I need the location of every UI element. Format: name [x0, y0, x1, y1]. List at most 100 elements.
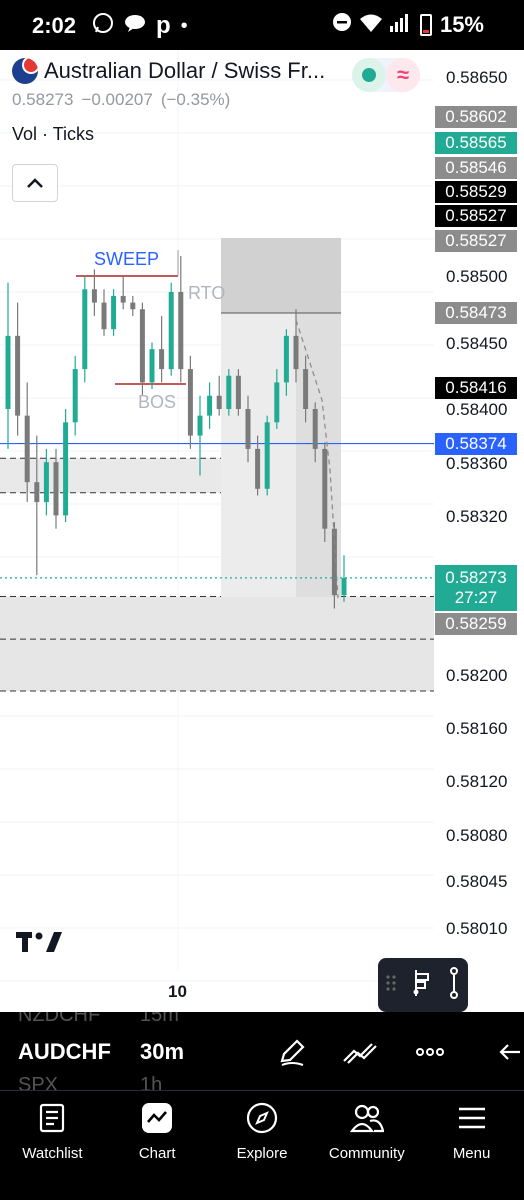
price-tag: 0.58529 [435, 181, 517, 203]
p-icon: p [156, 12, 171, 39]
price-tag: 0.58602 [435, 106, 517, 128]
nav-watchlist[interactable]: Watchlist [0, 1091, 105, 1200]
current-timeframe[interactable]: 30m [140, 1039, 184, 1065]
price-tag: 0.58259 [435, 613, 517, 635]
price-tag: 0.58473 [435, 302, 517, 324]
candle-body [178, 291, 184, 370]
price-tag: 0.58527 [435, 230, 517, 252]
pencil-icon[interactable] [272, 1034, 312, 1070]
rto-label: RTO [188, 283, 226, 303]
chart-icon [140, 1101, 174, 1135]
quote-line: 0.58273 −0.00207 (−0.35%) [12, 90, 325, 110]
current-symbol[interactable]: AUDCHF [18, 1039, 111, 1065]
symbol-title[interactable]: Australian Dollar / Swiss Fr... [44, 58, 325, 84]
candle-body [216, 395, 222, 409]
nav-chart[interactable]: Chart [105, 1091, 210, 1200]
last-price: 0.58273 [12, 90, 74, 109]
y-tick-label: 0.58320 [446, 507, 508, 526]
nav-menu[interactable]: Menu [419, 1091, 524, 1200]
bottom-panel: NZDCHF 15m AUDCHF 30m SPX 1h Watchlist C… [0, 1012, 524, 1200]
chart-header: Australian Dollar / Swiss Fr... 0.58273 … [12, 58, 325, 145]
candle-body [72, 369, 78, 423]
compass-icon [245, 1101, 279, 1135]
candle-body [53, 462, 59, 516]
nav-explore[interactable]: Explore [210, 1091, 315, 1200]
wifi-icon [359, 12, 382, 38]
next-symbol-row[interactable]: SPX 1h [18, 1074, 162, 1090]
battery-icon [419, 14, 432, 36]
candle-body [43, 462, 49, 503]
candle-body [63, 422, 69, 516]
market-open-icon [352, 58, 386, 92]
price-tag: 0.58546 [435, 157, 517, 179]
price-tag: 0.58565 [435, 132, 517, 154]
candle-body [187, 369, 193, 436]
horizontal-line-price-tag: 0.58374 [435, 433, 517, 455]
y-tick-label: 0.58160 [446, 719, 508, 738]
volume-indicator-label[interactable]: Vol · Ticks [12, 124, 325, 145]
nav-label: Explore [236, 1145, 288, 1162]
collapse-button[interactable] [12, 164, 58, 202]
market-status-pill[interactable]: ≈ [352, 58, 420, 92]
system-icons: 15% [332, 12, 484, 38]
candle-body [207, 395, 213, 416]
candle-body [159, 349, 165, 370]
price-tag: 0.58527 [435, 205, 517, 227]
price-change: −0.00207 [81, 90, 153, 109]
candle-body [168, 291, 174, 370]
next-symbol: SPX [18, 1074, 59, 1090]
candle-body [303, 369, 309, 409]
y-tick-label: 0.58400 [446, 400, 508, 419]
notification-icons: p • [92, 12, 188, 40]
candle-body [5, 335, 11, 409]
current-price: 0.58273 [445, 568, 507, 587]
y-tick-label: 0.58450 [446, 334, 508, 353]
y-tick-label: 0.58200 [446, 666, 508, 685]
y-tick-label: 0.58500 [446, 267, 508, 286]
candle-body [111, 295, 117, 330]
chevron-up-icon [27, 178, 43, 188]
chat-icon [124, 13, 146, 39]
candle-body [312, 409, 318, 449]
trend-icon[interactable] [340, 1034, 380, 1070]
watchlist-icon [35, 1101, 69, 1135]
y-tick-label: 0.58650 [446, 68, 508, 87]
back-icon[interactable] [490, 1034, 524, 1070]
menu-icon [455, 1101, 489, 1135]
dot-icon: • [180, 14, 188, 37]
prev-symbol: NZDCHF [18, 1012, 101, 1026]
chart-area[interactable]: Australian Dollar / Swiss Fr... 0.58273 … [0, 50, 524, 1012]
symbol-timeframe-picker[interactable]: NZDCHF 15m AUDCHF 30m SPX 1h [0, 1012, 260, 1090]
drag-handle-icon[interactable] [385, 973, 397, 998]
y-tick-label: 0.58360 [446, 454, 508, 473]
nav-label: Menu [452, 1145, 491, 1162]
dnd-icon [332, 12, 352, 38]
candle-body [91, 289, 97, 303]
nav-label: Community [328, 1145, 405, 1162]
candle-body [82, 289, 88, 370]
candle-body [24, 415, 30, 483]
x-axis-date-label: 10 [168, 982, 187, 1001]
y-tick-label: 0.58010 [446, 919, 508, 938]
bottom-navigation: Watchlist Chart Explore Community Menu [0, 1090, 524, 1200]
line-tool-icon[interactable] [447, 966, 461, 1005]
zone-rect [0, 596, 434, 691]
more-icon[interactable] [410, 1034, 450, 1070]
candle-body [139, 309, 145, 383]
position-target-box [221, 238, 341, 313]
prev-symbol-row[interactable]: NZDCHF 15m [18, 1012, 179, 1027]
nav-label: Chart [138, 1145, 176, 1162]
bos-label: BOS [138, 392, 177, 412]
bar-countdown: 27:27 [454, 588, 498, 607]
position-tool-icon[interactable] [411, 968, 433, 1003]
y-tick-label: 0.58120 [446, 772, 508, 791]
candle-body [226, 375, 232, 409]
floating-drawing-toolbar[interactable] [378, 958, 468, 1012]
battery-percent: 15% [439, 12, 484, 37]
nav-community[interactable]: Community [314, 1091, 419, 1200]
candle-body [149, 349, 155, 383]
community-icon [349, 1101, 384, 1135]
sweep-label: SWEEP [94, 249, 160, 269]
status-bar: 2:02 p • 15% [0, 0, 524, 50]
prev-timeframe: 15m [140, 1012, 179, 1026]
